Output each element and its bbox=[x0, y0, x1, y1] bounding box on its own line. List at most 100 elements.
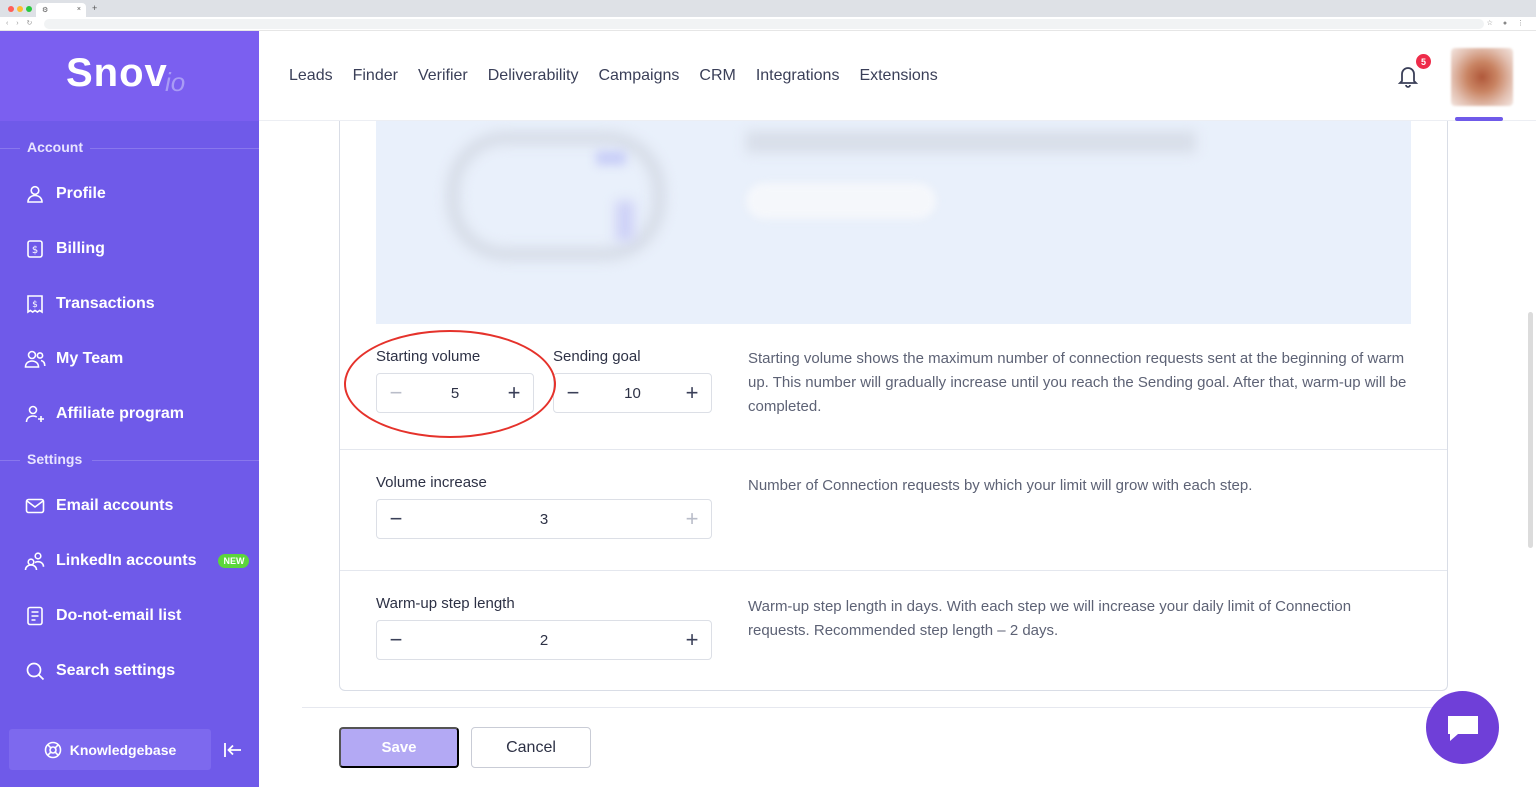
nav-integrations[interactable]: Integrations bbox=[756, 67, 840, 85]
sidebar-item-do-not-email-list[interactable]: Do-not-email list bbox=[0, 596, 259, 636]
sidebar-item-search-settings[interactable]: Search settings bbox=[0, 651, 259, 691]
sending-goal-increment-button[interactable]: + bbox=[673, 374, 711, 412]
sending-goal-stepper: − 10 + bbox=[553, 373, 712, 413]
browser-tab[interactable]: ⚙ × bbox=[36, 3, 86, 17]
blurred-preview-banner bbox=[376, 121, 1411, 324]
volume-description: Starting volume shows the maximum number… bbox=[748, 350, 1407, 415]
sidebar-item-my-team[interactable]: My Team bbox=[0, 339, 259, 379]
step-length-label: Warm-up step length bbox=[376, 595, 515, 612]
sidebar-item-label: LinkedIn accounts bbox=[56, 552, 197, 569]
close-window-dot[interactable] bbox=[8, 6, 14, 12]
team-icon bbox=[24, 348, 46, 370]
blur-shape bbox=[746, 183, 936, 219]
annotation-circle bbox=[344, 330, 556, 438]
bell-icon bbox=[1397, 67, 1419, 88]
sidebar-item-profile[interactable]: Profile bbox=[0, 174, 259, 214]
maximize-window-dot[interactable] bbox=[26, 6, 32, 12]
chat-widget-button[interactable] bbox=[1426, 691, 1499, 764]
logo[interactable]: Snov bbox=[66, 51, 168, 96]
save-button[interactable]: Save bbox=[339, 727, 459, 768]
section-label-settings: Settings bbox=[27, 451, 83, 467]
people-icon bbox=[24, 550, 46, 572]
add-user-icon bbox=[24, 403, 46, 425]
sidebar-item-billing[interactable]: $ Billing bbox=[0, 229, 259, 269]
page-scrollbar[interactable] bbox=[1528, 312, 1533, 548]
sidebar-item-label: Billing bbox=[56, 240, 105, 257]
tab-close-icon[interactable]: × bbox=[77, 6, 81, 13]
logo-area: Snov io bbox=[0, 31, 259, 121]
collapse-sidebar-button[interactable] bbox=[222, 739, 244, 761]
footer-divider bbox=[302, 707, 1448, 708]
nav-verifier[interactable]: Verifier bbox=[418, 67, 468, 85]
logo-suffix: io bbox=[165, 67, 186, 97]
knowledgebase-button[interactable]: Knowledgebase bbox=[9, 729, 211, 770]
nav-leads[interactable]: Leads bbox=[289, 67, 333, 85]
sending-goal-label: Sending goal bbox=[553, 348, 641, 365]
new-badge: NEW bbox=[218, 554, 250, 568]
sidebar: Snov io Account Profile $ Billing $ Tran… bbox=[0, 31, 259, 787]
section-label-account: Account bbox=[27, 139, 83, 155]
sidebar-item-affiliate-program[interactable]: Affiliate program bbox=[0, 394, 259, 434]
volume-increase-stepper: − 3 + bbox=[376, 499, 712, 539]
volume-increase-increment-button[interactable]: + bbox=[673, 500, 711, 538]
blur-shape bbox=[616, 201, 634, 241]
main-nav: Leads Finder Verifier Deliverability Cam… bbox=[289, 67, 938, 85]
blur-shape bbox=[746, 131, 1196, 153]
volume-increase-label: Volume increase bbox=[376, 474, 487, 491]
step-length-description: Warm-up step length in days. With each s… bbox=[748, 598, 1352, 639]
sidebar-item-label: Do-not-email list bbox=[56, 607, 182, 624]
volume-increase-decrement-button[interactable]: − bbox=[377, 500, 415, 538]
nav-finder[interactable]: Finder bbox=[353, 67, 398, 85]
billing-icon: $ bbox=[24, 238, 46, 260]
mail-icon bbox=[24, 495, 46, 517]
row-divider bbox=[340, 449, 1447, 450]
row-divider bbox=[340, 570, 1447, 571]
browser-tab-strip: ⚙ × + bbox=[0, 0, 1536, 17]
new-tab-button[interactable]: + bbox=[92, 3, 97, 13]
search-icon bbox=[24, 660, 46, 682]
sidebar-item-label: My Team bbox=[56, 350, 124, 367]
section-divider bbox=[0, 148, 20, 149]
nav-extensions[interactable]: Extensions bbox=[859, 67, 937, 85]
cancel-button[interactable]: Cancel bbox=[471, 727, 591, 768]
volume-increase-value[interactable]: 3 bbox=[415, 511, 673, 528]
browser-toolbar: ‹ › ↻ ☆ ● ⋮ bbox=[0, 17, 1536, 31]
sidebar-item-transactions[interactable]: $ Transactions bbox=[0, 284, 259, 324]
sidebar-item-label: Affiliate program bbox=[56, 405, 185, 422]
collapse-left-icon bbox=[224, 743, 241, 757]
sidebar-item-label: Search settings bbox=[56, 662, 176, 679]
user-icon bbox=[24, 183, 46, 205]
sidebar-item-label: Profile bbox=[56, 185, 106, 202]
blur-shape bbox=[446, 131, 666, 261]
sidebar-item-linkedin-accounts[interactable]: LinkedIn accounts NEW bbox=[0, 541, 259, 581]
section-divider bbox=[0, 460, 20, 461]
step-length-increment-button[interactable]: + bbox=[673, 621, 711, 659]
minimize-window-dot[interactable] bbox=[17, 6, 23, 12]
nav-campaigns[interactable]: Campaigns bbox=[598, 67, 679, 85]
address-bar[interactable] bbox=[44, 19, 1484, 29]
volume-increase-description: Number of Connection requests by which y… bbox=[748, 477, 1253, 494]
avatar-active-indicator bbox=[1455, 117, 1503, 121]
sidebar-item-email-accounts[interactable]: Email accounts bbox=[0, 486, 259, 526]
section-divider bbox=[90, 148, 259, 149]
sending-goal-value[interactable]: 10 bbox=[592, 385, 673, 402]
notifications-button[interactable] bbox=[1397, 64, 1419, 88]
nav-crm[interactable]: CRM bbox=[699, 67, 735, 85]
knowledgebase-label: Knowledgebase bbox=[69, 741, 177, 758]
document-icon bbox=[24, 605, 46, 627]
top-bar: Leads Finder Verifier Deliverability Cam… bbox=[259, 31, 1536, 121]
nav-deliverability[interactable]: Deliverability bbox=[488, 67, 579, 85]
step-length-value[interactable]: 2 bbox=[415, 632, 673, 649]
favicon-icon: ⚙ bbox=[42, 7, 49, 14]
svg-text:$: $ bbox=[32, 300, 38, 310]
step-length-decrement-button[interactable]: − bbox=[377, 621, 415, 659]
svg-text:$: $ bbox=[32, 245, 38, 256]
sending-goal-decrement-button[interactable]: − bbox=[554, 374, 592, 412]
avatar[interactable] bbox=[1451, 48, 1513, 106]
lifebuoy-icon bbox=[44, 741, 62, 758]
browser-actions-icons[interactable]: ☆ ● ⋮ bbox=[1487, 19, 1528, 27]
chat-bubble-icon bbox=[1447, 715, 1478, 741]
section-divider bbox=[92, 460, 259, 461]
blur-shape bbox=[596, 151, 626, 165]
browser-nav-icons[interactable]: ‹ › ↻ bbox=[6, 19, 35, 27]
